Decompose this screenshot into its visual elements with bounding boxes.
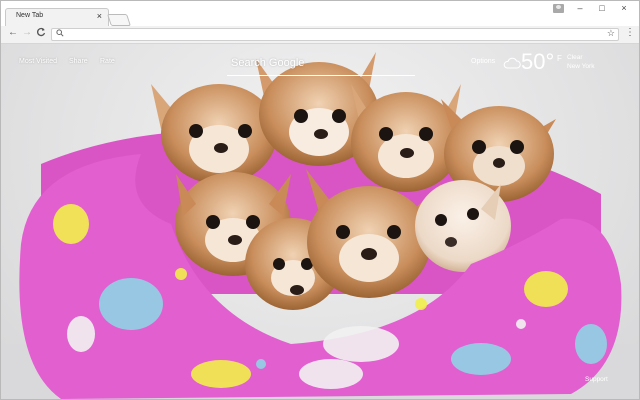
back-button[interactable]: ← — [7, 27, 19, 38]
weather-city: New York — [567, 63, 595, 70]
weather-unit: F — [557, 54, 562, 63]
rate-link[interactable]: Rate — [100, 58, 115, 65]
browser-window: New Tab × – □ × ← → ☆ ⋮ Most Visited Sha… — [0, 0, 640, 400]
weather-temperature: 50° — [521, 49, 555, 74]
maximize-button[interactable]: □ — [592, 3, 612, 13]
close-window-button[interactable]: × — [614, 3, 634, 13]
share-link[interactable]: Share — [69, 58, 88, 65]
reload-button[interactable] — [35, 27, 47, 40]
close-tab-icon[interactable]: × — [97, 11, 102, 21]
most-visited-link[interactable]: Most Visited — [19, 58, 57, 65]
star-icon[interactable]: ☆ — [607, 28, 615, 39]
tab-new-tab[interactable]: New Tab × — [5, 8, 109, 26]
menu-icon[interactable]: ⋮ — [625, 27, 635, 38]
forward-button[interactable]: → — [21, 27, 33, 38]
profile-icon[interactable] — [553, 4, 564, 13]
cloud-icon — [503, 56, 521, 74]
new-tab-page: Most Visited Share Rate Search Google Op… — [1, 44, 639, 399]
tab-strip: New Tab × – □ × — [1, 1, 639, 26]
options-button[interactable]: Options — [471, 58, 495, 65]
search-google-input[interactable]: Search Google — [231, 57, 304, 69]
browser-toolbar: ← → ☆ ⋮ — [1, 26, 639, 44]
search-underline — [227, 75, 415, 76]
new-tab-button[interactable] — [107, 14, 131, 26]
weather-condition: Clear — [567, 54, 583, 61]
background-puppies-image — [19, 52, 622, 399]
support-link[interactable]: Support — [585, 376, 608, 383]
minimize-button[interactable]: – — [570, 3, 590, 13]
address-bar[interactable]: ☆ — [51, 28, 619, 41]
tab-title: New Tab — [16, 12, 44, 19]
reload-icon — [37, 27, 46, 37]
search-icon — [56, 29, 64, 39]
